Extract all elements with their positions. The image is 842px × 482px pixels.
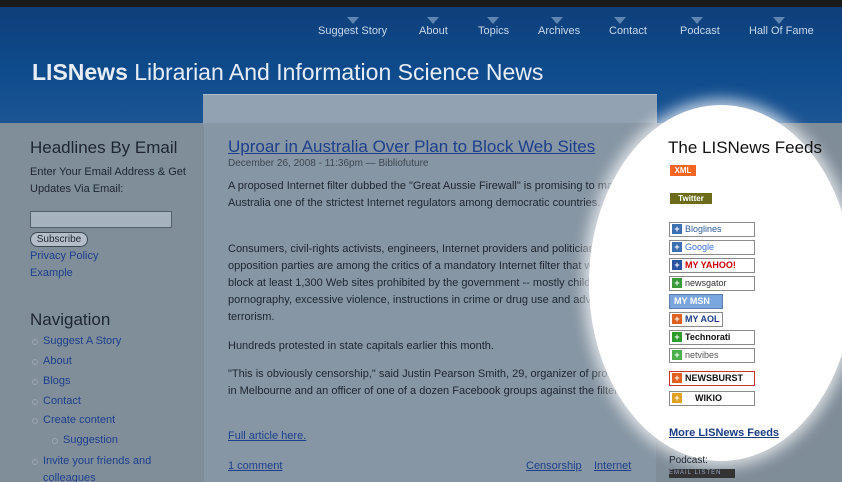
example-link[interactable]: Example	[30, 267, 73, 279]
feeds-heading: The LISNews Feeds	[668, 138, 823, 157]
bullet-icon	[32, 359, 38, 365]
nav-contact[interactable]: Contact	[609, 25, 647, 37]
nav-pointer-icon	[427, 17, 439, 24]
nav-suggest-story[interactable]: Suggest Story	[318, 25, 387, 37]
nav-about[interactable]: About	[419, 25, 448, 37]
top-border	[0, 0, 842, 7]
article-title[interactable]: Uproar in Australia Over Plan to Block W…	[228, 137, 595, 157]
nav-pointer-icon	[614, 17, 626, 24]
plus-icon: +	[672, 314, 682, 324]
nav-pointer-icon	[773, 17, 785, 24]
twitter-badge[interactable]: Twitter	[670, 193, 712, 204]
nav-create-content[interactable]: Create content	[43, 414, 115, 426]
my-yahoo-label: MY YAHOO!	[685, 260, 736, 270]
plus-icon: +	[672, 260, 682, 270]
bullet-icon	[52, 438, 58, 444]
google-label: Google	[685, 242, 715, 252]
email-prompt: Enter Your Email Address & Get Updates V…	[30, 166, 186, 195]
nav-hall-of-fame[interactable]: Hall Of Fame	[749, 25, 814, 37]
headlines-heading: Headlines By Email	[30, 138, 178, 157]
technorati-label: Technorati	[685, 332, 731, 342]
netvibes-button[interactable]: + netvibes	[669, 348, 755, 363]
technorati-button[interactable]: + Technorati	[669, 330, 755, 345]
xml-feed-badge[interactable]: XML	[670, 165, 696, 176]
email-input[interactable]	[30, 211, 172, 228]
tag-censorship[interactable]: Censorship	[526, 460, 582, 472]
bullet-icon	[32, 379, 38, 385]
plus-icon: +	[672, 350, 682, 360]
nav-blogs[interactable]: Blogs	[43, 375, 71, 387]
article-paragraph-4: "This is obviously censorship," said Jus…	[228, 368, 631, 397]
newsgator-label: newsgator	[685, 278, 727, 288]
bullet-icon	[32, 418, 38, 424]
plus-icon: +	[672, 242, 682, 252]
nav-archives[interactable]: Archives	[538, 25, 580, 37]
my-aol-label: MY AOL	[685, 314, 720, 324]
article-paragraph-3: Hundreds protested in state capitals ear…	[228, 340, 494, 352]
content-tab	[203, 94, 657, 125]
site-title-tagline: Librarian And Information Science News	[127, 59, 544, 85]
nav-pointer-icon	[551, 17, 563, 24]
nav-pointer-icon	[347, 17, 359, 24]
my-msn-label: MY MSN	[674, 296, 710, 306]
wikio-button[interactable]: + WIKIO	[669, 391, 755, 406]
article-paragraph-2: Consumers, civil-rights activists, engin…	[228, 243, 632, 323]
site-title-brand: LISNews	[32, 59, 128, 85]
nav-suggest-a-story[interactable]: Suggest A Story	[43, 335, 121, 347]
plus-icon: +	[672, 224, 682, 234]
nav-invite-friends[interactable]: Invite your friends and	[43, 455, 151, 467]
my-msn-button[interactable]: MY MSN	[669, 294, 723, 309]
nav-left-about[interactable]: About	[43, 355, 72, 367]
plus-icon: +	[672, 373, 682, 383]
newsgator-button[interactable]: + newsgator	[669, 276, 755, 291]
more-feeds-link[interactable]: More LISNews Feeds	[669, 427, 779, 439]
plus-icon: +	[672, 278, 682, 288]
nav-suggestion[interactable]: Suggestion	[63, 434, 118, 446]
bullet-icon	[32, 339, 38, 345]
podcast-label: Podcast:	[669, 455, 708, 466]
plus-icon: +	[672, 332, 682, 342]
browser-page: Suggest Story About Topics Archives Cont…	[0, 0, 842, 482]
site-title[interactable]: LISNews Librarian And Information Scienc…	[32, 59, 543, 86]
nav-invite-friends-cont[interactable]: colleagues	[43, 472, 96, 482]
newsburst-label: NEWSBURST	[685, 373, 743, 383]
article-date: December 26, 2008 - 11:36pm — Bibliofutu…	[228, 158, 429, 169]
nav-pointer-icon	[487, 17, 499, 24]
privacy-policy-link[interactable]: Privacy Policy	[30, 250, 98, 262]
bullet-icon	[32, 459, 38, 465]
bullet-icon	[32, 399, 38, 405]
navigation-heading: Navigation	[30, 310, 111, 329]
nav-left-contact[interactable]: Contact	[43, 395, 81, 407]
nav-podcast[interactable]: Podcast	[680, 25, 720, 37]
wikio-label: WIKIO	[695, 393, 722, 403]
nav-topics[interactable]: Topics	[478, 25, 509, 37]
netvibes-label: netvibes	[685, 350, 719, 360]
bloglines-label: Bloglines	[685, 224, 722, 234]
my-aol-button[interactable]: + MY AOL	[669, 312, 723, 327]
article-paragraph-1: A proposed Internet filter dubbed the "G…	[228, 180, 625, 209]
nav-pointer-icon	[691, 17, 703, 24]
google-button[interactable]: + Google	[669, 240, 755, 255]
bloglines-button[interactable]: + Bloglines	[669, 222, 755, 237]
top-nav: Suggest Story About Topics Archives Cont…	[0, 17, 842, 45]
full-article-link[interactable]: Full article here.	[228, 430, 306, 442]
comments-link[interactable]: 1 comment	[228, 460, 282, 472]
newsburst-button[interactable]: + NEWSBURST	[669, 371, 755, 386]
podcast-badge[interactable]: EMAIL LISTEN	[669, 469, 735, 478]
tag-internet[interactable]: Internet	[594, 460, 631, 472]
my-yahoo-button[interactable]: + MY YAHOO!	[669, 258, 755, 273]
subscribe-button[interactable]: Subscribe	[30, 232, 88, 247]
plus-icon: +	[672, 393, 682, 403]
